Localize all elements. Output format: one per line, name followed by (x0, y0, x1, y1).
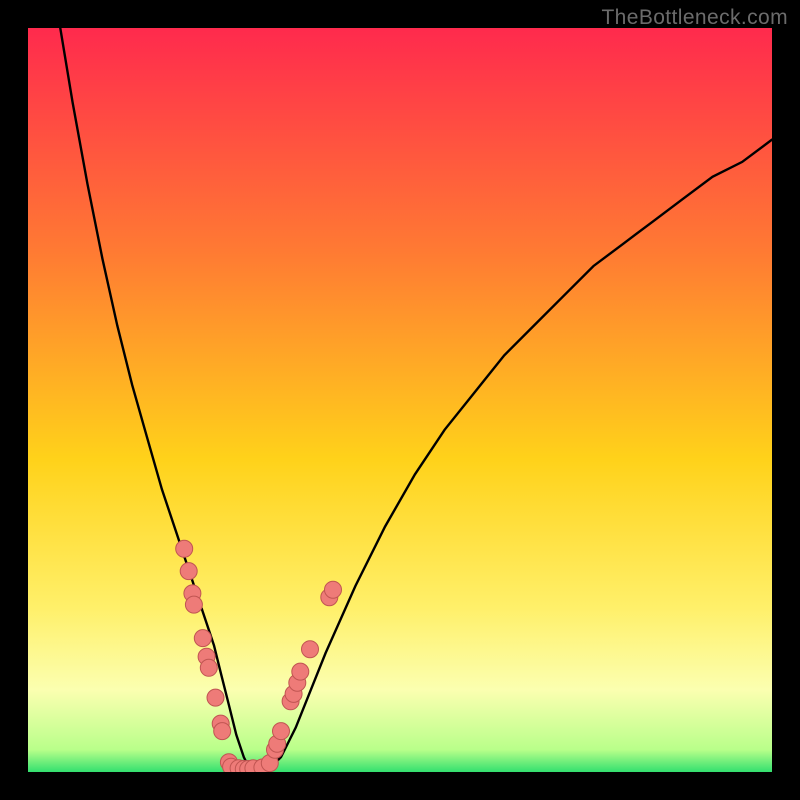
background-gradient (28, 28, 772, 772)
plot-area (28, 28, 772, 772)
watermark-text: TheBottleneck.com (601, 6, 788, 30)
chart-frame: TheBottleneck.com (0, 0, 800, 800)
